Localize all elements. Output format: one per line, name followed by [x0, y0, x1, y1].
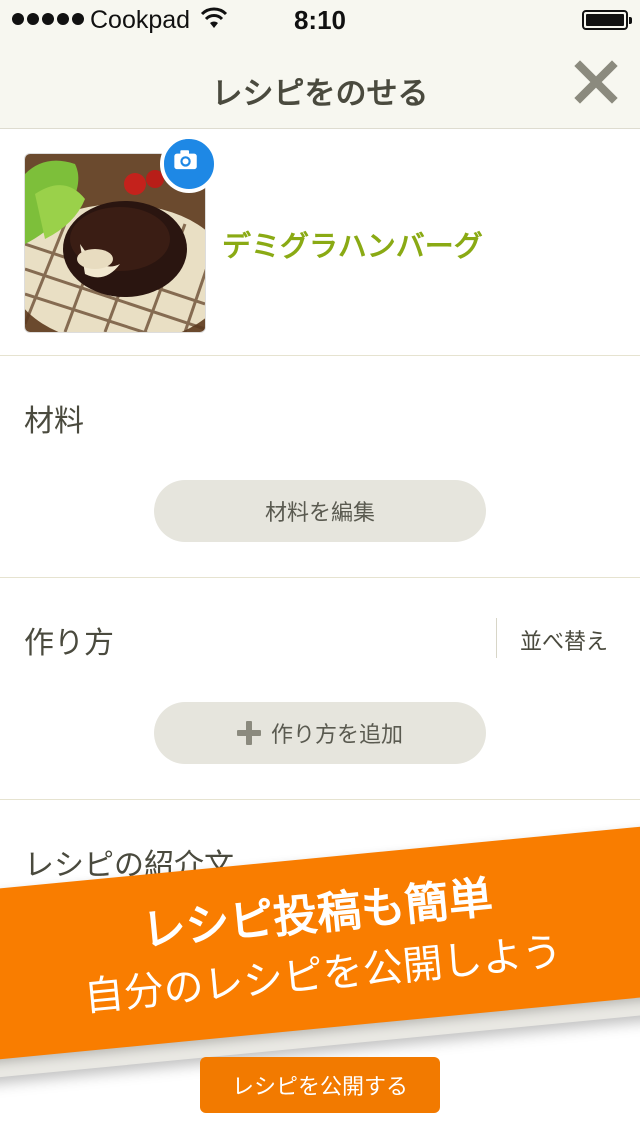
ingredients-heading: 材料 — [24, 404, 84, 439]
status-bar: Cookpad 8:10 — [0, 0, 640, 40]
add-step-label: 作り方を追加 — [270, 723, 403, 748]
add-step-button[interactable]: 作り方を追加 — [154, 702, 486, 764]
plus-icon — [236, 721, 261, 745]
sort-divider — [496, 618, 497, 658]
publish-recipe-label: レシピを公開する — [231, 1075, 408, 1100]
status-time: 8:10 — [293, 5, 347, 35]
edit-ingredients-button[interactable]: 材料を編集 — [154, 480, 486, 542]
steps-section: 作り方 並べ替え 作り方を追加 — [0, 578, 640, 800]
edit-ingredients-label: 材料を編集 — [264, 501, 375, 526]
camera-icon[interactable] — [160, 135, 218, 193]
close-icon[interactable] — [572, 58, 620, 106]
battery-icon — [582, 10, 632, 30]
ingredients-section: 材料 材料を編集 — [0, 356, 640, 578]
page-title: レシピをのせる — [211, 76, 429, 112]
recipe-header: デミグラハンバーグ — [0, 129, 640, 356]
publish-recipe-button[interactable]: レシピを公開する — [200, 1057, 440, 1113]
steps-heading: 作り方 — [24, 626, 114, 661]
nav-bar: レシピをのせる — [0, 40, 640, 129]
recipe-title[interactable]: デミグラハンバーグ — [222, 223, 483, 265]
sort-button[interactable]: 並べ替え — [520, 624, 608, 656]
